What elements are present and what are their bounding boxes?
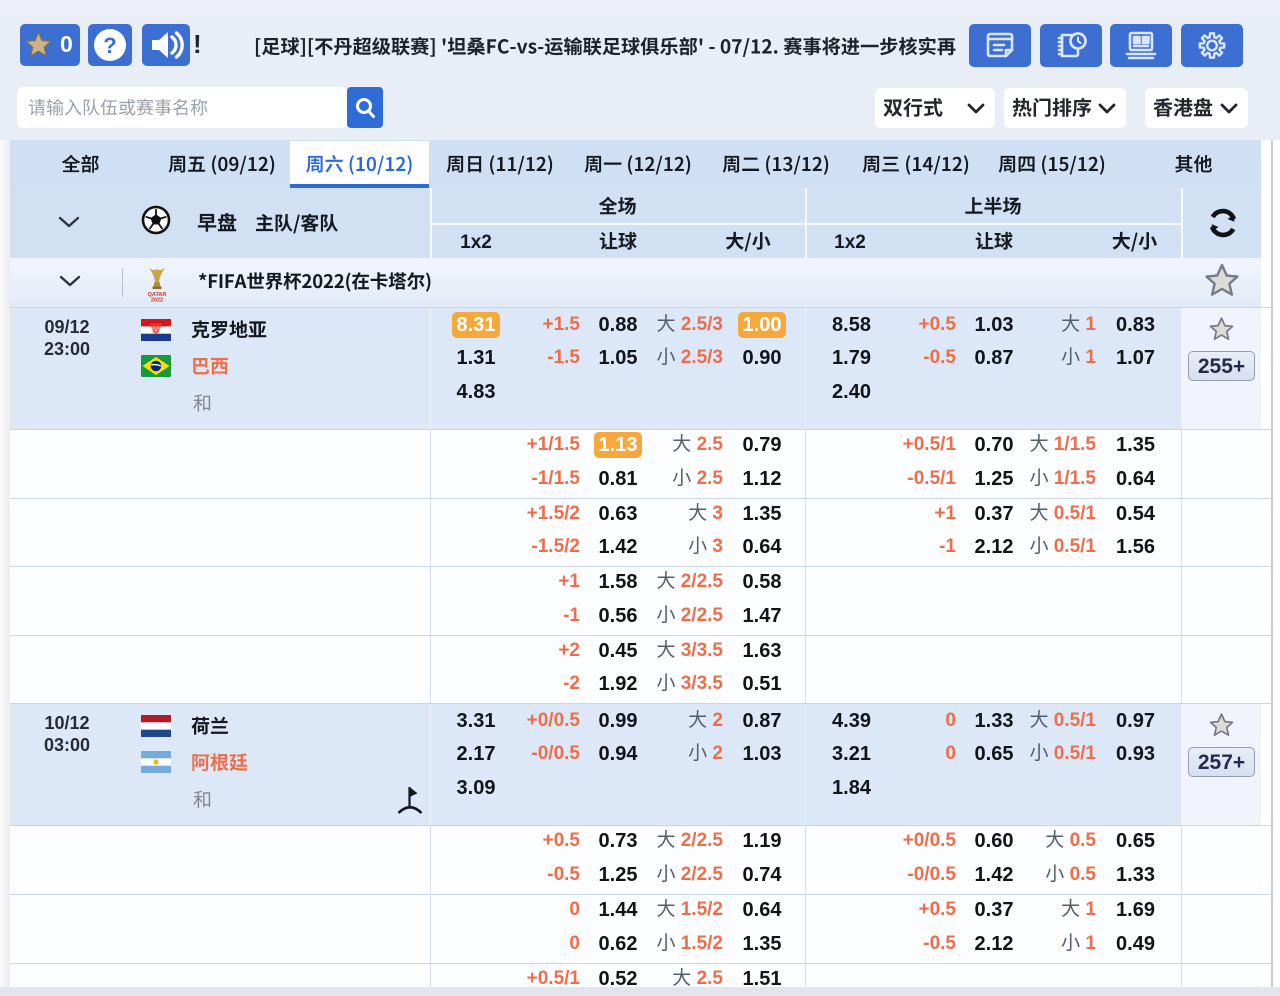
svg-text:?: ?: [103, 33, 116, 58]
svg-text:2022: 2022: [151, 298, 163, 303]
